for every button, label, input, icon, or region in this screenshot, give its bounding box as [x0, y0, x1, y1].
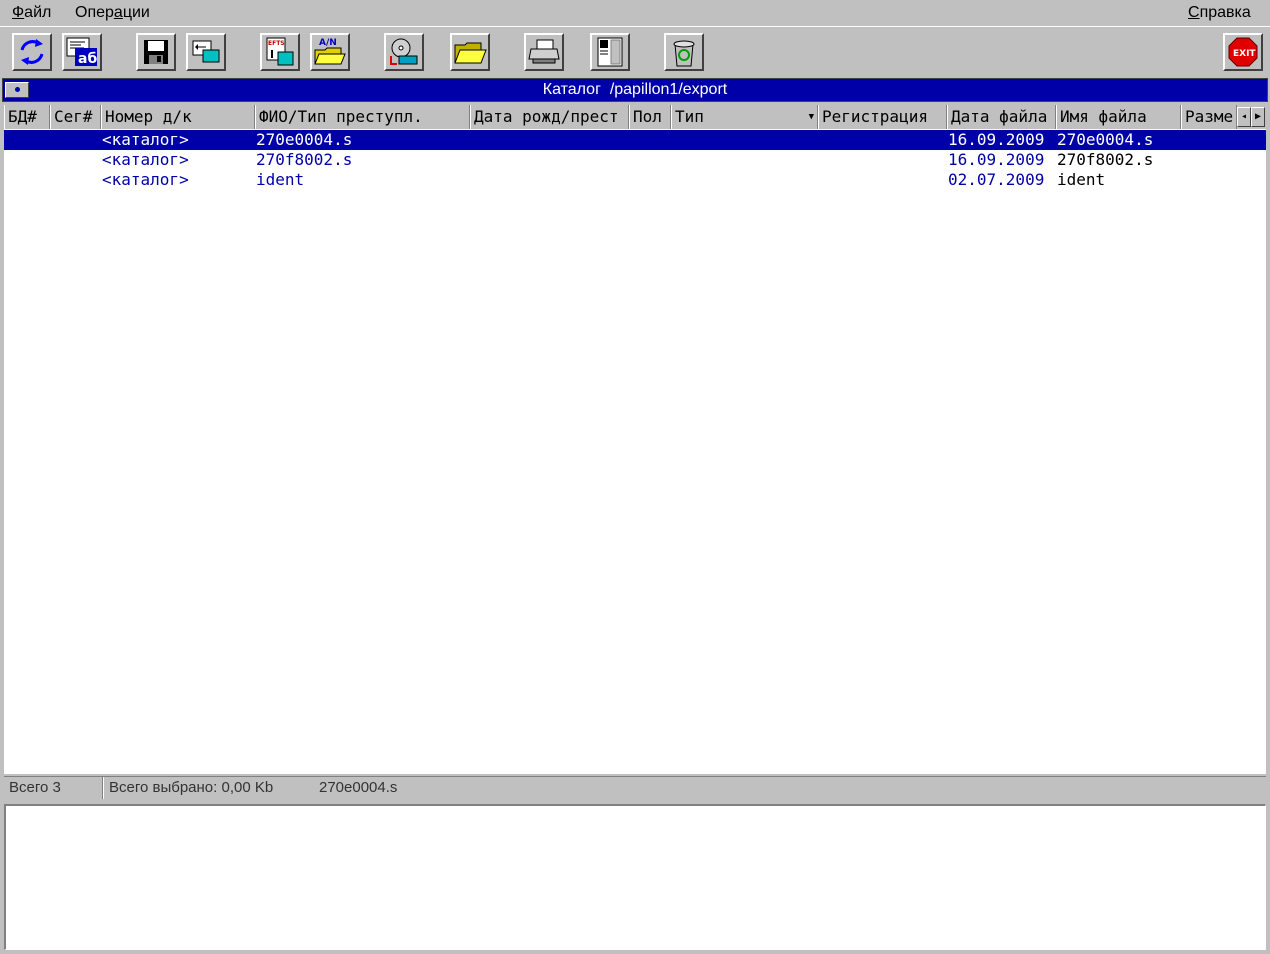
arrow-left-icon: ◂	[1240, 111, 1248, 122]
an-folder-icon: A/N	[314, 38, 346, 65]
recycle-bin-icon	[673, 40, 695, 67]
an-folder-button[interactable]: A/N	[310, 33, 350, 71]
transfer-button[interactable]	[186, 33, 226, 71]
columns-icon	[597, 37, 623, 67]
menu-ops-accel: а	[113, 4, 123, 21]
column-header-size[interactable]: Разме	[1181, 105, 1237, 129]
row-file-name: 270f8002.s	[1057, 150, 1154, 169]
catalog-label: Каталог	[542, 81, 601, 98]
cd-export-button[interactable]	[384, 33, 424, 71]
column-header-sex[interactable]: Пол	[629, 105, 671, 129]
exit-icon-label: EXIT	[1233, 49, 1256, 59]
status-current-file: 270e0004.s	[319, 779, 398, 796]
status-selected: Всего выбрано: 0,00 Kb	[109, 779, 274, 796]
column-header-registration[interactable]: Регистрация	[818, 105, 947, 129]
menu-file[interactable]: Файл	[12, 4, 51, 22]
column-header-file-date[interactable]: Дата файла	[947, 105, 1056, 129]
arrow-right-icon: ▶	[1254, 111, 1262, 122]
exit-icon: EXIT	[1228, 37, 1258, 67]
row-file-name: ident	[1057, 170, 1106, 189]
efts-icon: EFTS	[266, 37, 294, 66]
column-header-type[interactable]: Тип ▼	[671, 105, 818, 129]
row-file-date: 16.09.2009	[948, 150, 1045, 169]
an-icon-label: A/N	[319, 38, 337, 48]
menu-operations[interactable]: Операции	[75, 4, 150, 22]
column-header-seg[interactable]: Сег#	[50, 105, 101, 129]
row-name: 270e0004.s	[256, 130, 353, 149]
exit-button[interactable]: EXIT	[1223, 33, 1263, 71]
save-disk-icon	[144, 40, 168, 64]
status-total: Всего 3	[9, 779, 61, 796]
open-folder-icon	[454, 42, 487, 64]
row-name: 270f8002.s	[256, 150, 353, 169]
menu-file-accel: Ф	[12, 4, 25, 21]
row-file-date: 02.07.2009	[948, 170, 1045, 189]
catalog-title-bar: Каталог /papillon1/export	[2, 78, 1268, 102]
column-header-name[interactable]: ФИО/Тип преступл.	[255, 105, 470, 129]
column-header-number[interactable]: Номер д/к	[101, 105, 255, 129]
status-bar: Всего 3 Всего выбрано: 0,00 Kb 270e0004.…	[4, 776, 1266, 799]
menu-bar: Файл Операции Справка	[0, 0, 1270, 26]
ab-icon-label: аб	[78, 51, 97, 67]
scroll-left-button[interactable]: ◂	[1237, 107, 1251, 127]
columns-button[interactable]	[590, 33, 630, 71]
menu-help[interactable]: Справка	[1188, 4, 1251, 22]
menu-file-label: айл	[24, 4, 52, 21]
row-file-name: 270e0004.s	[1057, 130, 1154, 149]
menu-help-accel: С	[1188, 4, 1200, 21]
catalog-path: /papillon1/export	[609, 81, 728, 98]
cd-export-icon	[390, 38, 418, 65]
scroll-right-button[interactable]: ▶	[1251, 107, 1265, 127]
row-file-date: 16.09.2009	[948, 130, 1045, 149]
column-headers: БД# Сег# Номер д/к ФИО/Тип преступл. Дат…	[4, 105, 1266, 129]
refresh-button[interactable]	[12, 33, 52, 71]
toolbar: аб EFTS A/N EXIT	[0, 26, 1270, 79]
menu-ops-label-b: ции	[122, 4, 150, 21]
transfer-icon	[192, 40, 220, 63]
efts-icon-label: EFTS	[268, 40, 285, 47]
menu-help-label: правка	[1199, 4, 1251, 21]
save-button[interactable]	[136, 33, 176, 71]
column-header-file-name[interactable]: Имя файла	[1056, 105, 1181, 129]
table-row[interactable]: <каталог> 270e0004.s 16.09.2009 270e0004…	[4, 130, 1266, 150]
print-button[interactable]	[524, 33, 564, 71]
table-row[interactable]: <каталог> ident 02.07.2009 ident	[4, 170, 1266, 190]
ab-text-icon: аб	[66, 37, 97, 67]
efts-button[interactable]: EFTS	[260, 33, 300, 71]
refresh-icon	[20, 39, 44, 65]
sort-down-icon: ▼	[808, 112, 814, 122]
open-folder-button[interactable]	[450, 33, 490, 71]
print-icon	[528, 39, 560, 64]
log-panel[interactable]	[4, 804, 1266, 950]
text-convert-button[interactable]: аб	[62, 33, 102, 71]
menu-ops-label-a: Опер	[75, 4, 114, 21]
status-separator	[102, 777, 104, 799]
row-number: <каталог>	[102, 170, 189, 189]
column-header-type-label: Тип	[675, 107, 704, 126]
row-name: ident	[256, 170, 305, 189]
column-header-db[interactable]: БД#	[4, 105, 50, 129]
catalog-title: Каталог /papillon1/export	[3, 81, 1267, 99]
row-number: <каталог>	[102, 130, 189, 149]
row-number: <каталог>	[102, 150, 189, 169]
recycle-button[interactable]	[664, 33, 704, 71]
column-header-birth-date[interactable]: Дата рожд/прест	[470, 105, 629, 129]
table-row[interactable]: <каталог> 270f8002.s 16.09.2009 270f8002…	[4, 150, 1266, 170]
file-list[interactable]: <каталог> 270e0004.s 16.09.2009 270e0004…	[4, 129, 1266, 774]
